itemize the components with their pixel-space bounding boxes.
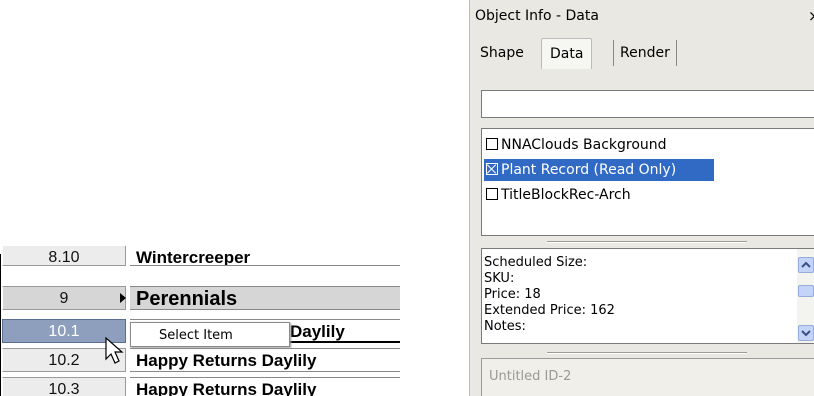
record-label: Plant Record (Read Only) (501, 162, 677, 178)
worksheet: 8.10 Wintercreeper 9 Perennials 10.1 Day… (0, 246, 400, 396)
field-notes-label: Notes: (484, 319, 526, 334)
tab-data[interactable]: Data (541, 38, 593, 69)
fields-scrollbar[interactable] (797, 249, 814, 343)
record-label: NNAClouds Background (501, 137, 667, 153)
worksheet-row[interactable]: 8.10 Wintercreeper (2, 246, 400, 266)
object-name-field[interactable]: Untitled ID-2 (481, 358, 814, 396)
splitter-grip[interactable] (547, 241, 747, 243)
palette-tabs: Shape Data Render (475, 38, 814, 69)
record-list: NNAClouds Background Plant Record (Read … (481, 128, 814, 236)
row-name[interactable]: Perennials (130, 286, 400, 310)
field-price: Price: 18 (484, 287, 541, 302)
field-notes: Notes: (484, 319, 526, 335)
close-icon[interactable]: × (808, 0, 814, 33)
tab-shape[interactable]: Shape (480, 40, 524, 66)
field-scheduled-size: Scheduled Size: (484, 255, 588, 270)
context-menu-select-item[interactable]: Select Item (130, 322, 290, 347)
record-fields: Scheduled Size: SKU: Price: 18 Extended … (481, 248, 814, 344)
splitter-grip[interactable] (547, 352, 747, 354)
row-number[interactable]: 10.3 (2, 377, 126, 396)
worksheet-row-selected[interactable]: 10.1 Daylily Select Item (2, 319, 400, 364)
field-sku: SKU: (484, 271, 515, 286)
checkbox-icon[interactable] (486, 138, 498, 150)
worksheet-row-header[interactable]: 9 Perennials (2, 286, 400, 310)
checkbox-checked-icon[interactable] (486, 163, 498, 175)
row-name[interactable]: Happy Returns Daylily (130, 377, 400, 396)
record-filter-input[interactable] (481, 90, 814, 118)
scroll-down-icon[interactable] (798, 325, 814, 341)
palette-title: Object Info - Data (475, 8, 599, 24)
field-extended-price: Extended Price: 162 (484, 303, 615, 318)
record-item[interactable]: NNAClouds Background (486, 134, 814, 156)
row-name[interactable]: Happy Returns Daylily (130, 348, 400, 372)
mouse-pointer-icon (105, 337, 124, 364)
record-item[interactable]: TitleBlockRec-Arch (486, 184, 814, 206)
worksheet-row[interactable]: 10.3 Happy Returns Daylily (2, 377, 400, 396)
object-info-palette: Object Info - Data × Shape Data Render N… (469, 0, 814, 396)
scrollbar-thumb[interactable] (798, 285, 814, 297)
row-number[interactable]: 8.10 (2, 246, 126, 266)
worksheet-edge (0, 254, 1, 396)
row-marker-icon (120, 293, 126, 303)
scroll-up-icon[interactable] (798, 257, 814, 273)
row-number[interactable]: 9 (2, 286, 126, 310)
checkbox-icon[interactable] (486, 188, 498, 200)
row-name[interactable]: Wintercreeper (130, 246, 400, 266)
worksheet-row[interactable]: 10.2 Happy Returns Daylily (2, 348, 400, 372)
record-item-selected[interactable]: Plant Record (Read Only) (484, 159, 714, 181)
record-label: TitleBlockRec-Arch (501, 187, 631, 203)
tab-render[interactable]: Render (613, 40, 677, 66)
